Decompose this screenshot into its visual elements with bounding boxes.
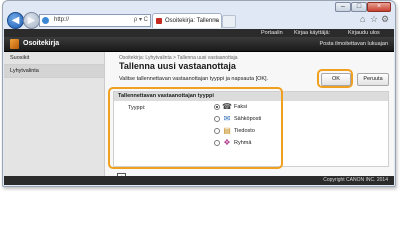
portal-link[interactable]: Portaalin [261,29,283,37]
copyright-text: Copyright CANON INC. 2014 [323,177,388,183]
forward-button[interactable]: ▶ [23,12,40,29]
address-book-icon [10,39,19,49]
gear-icon[interactable]: ⚙ [381,14,389,25]
instruction-text: Valitse tallennettavan vastaanottajan ty… [119,76,269,82]
sidebar-item-speed-dial[interactable]: Lyhytvalinta [4,65,104,78]
sidebar-item-favorites[interactable]: Suosikit [4,52,104,65]
address-url: http:// [54,17,70,23]
ok-button[interactable]: OK [321,73,351,86]
app-title: Osoitekirja [23,40,60,47]
user-link[interactable]: Kirjaa käyttäjä: [294,29,330,37]
tab-favicon-icon [156,18,162,24]
ie-icon [42,17,49,24]
top-bar: Portaalin Kirjaa käyttäjä: Kirjaudu ulos [4,29,394,37]
back-button[interactable]: ◀ [7,12,24,29]
tab-close-icon[interactable]: × [214,14,218,28]
browser-window: – □ × ◀ ▶ http:// ρ ▾ C Osoitekirja: Tal… [2,0,396,187]
address-bar[interactable]: http:// ρ ▾ C [39,14,151,27]
footer: Copyright CANON INC. 2014 [4,176,394,185]
web-page: Portaalin Kirjaa käyttäjä: Kirjaudu ulos… [4,29,394,185]
browser-toolbar: ◀ ▶ http:// ρ ▾ C Osoitekirja: Tallenna … [3,11,395,29]
sidebar: Suosikit Lyhytvalinta [4,52,105,182]
new-tab-button[interactable] [222,15,236,28]
logout-link[interactable]: Kirjaudu ulos [348,29,380,37]
tab-title: Osoitekirja: Tallenna ... [165,18,222,24]
star-icon[interactable]: ☆ [370,14,378,25]
cancel-button[interactable]: Peruuta [357,73,389,86]
title-bar: – □ × [3,1,395,12]
type-panel-highlight [108,87,283,169]
address-controls[interactable]: ρ ▾ C [134,15,148,26]
browser-tab[interactable]: Osoitekirja: Tallenna ... × [152,13,222,28]
header-link[interactable]: Posta ilmoitettavan lukuajan [320,37,388,51]
app-header: Osoitekirja Posta ilmoitettavan lukuajan [4,37,394,52]
main-content: Osoitekirja: Lyhytvalinta > Tallenna uus… [105,52,394,182]
home-icon[interactable]: ⌂ [360,14,365,24]
page-title: Tallenna uusi vastaanottaja [119,61,236,71]
